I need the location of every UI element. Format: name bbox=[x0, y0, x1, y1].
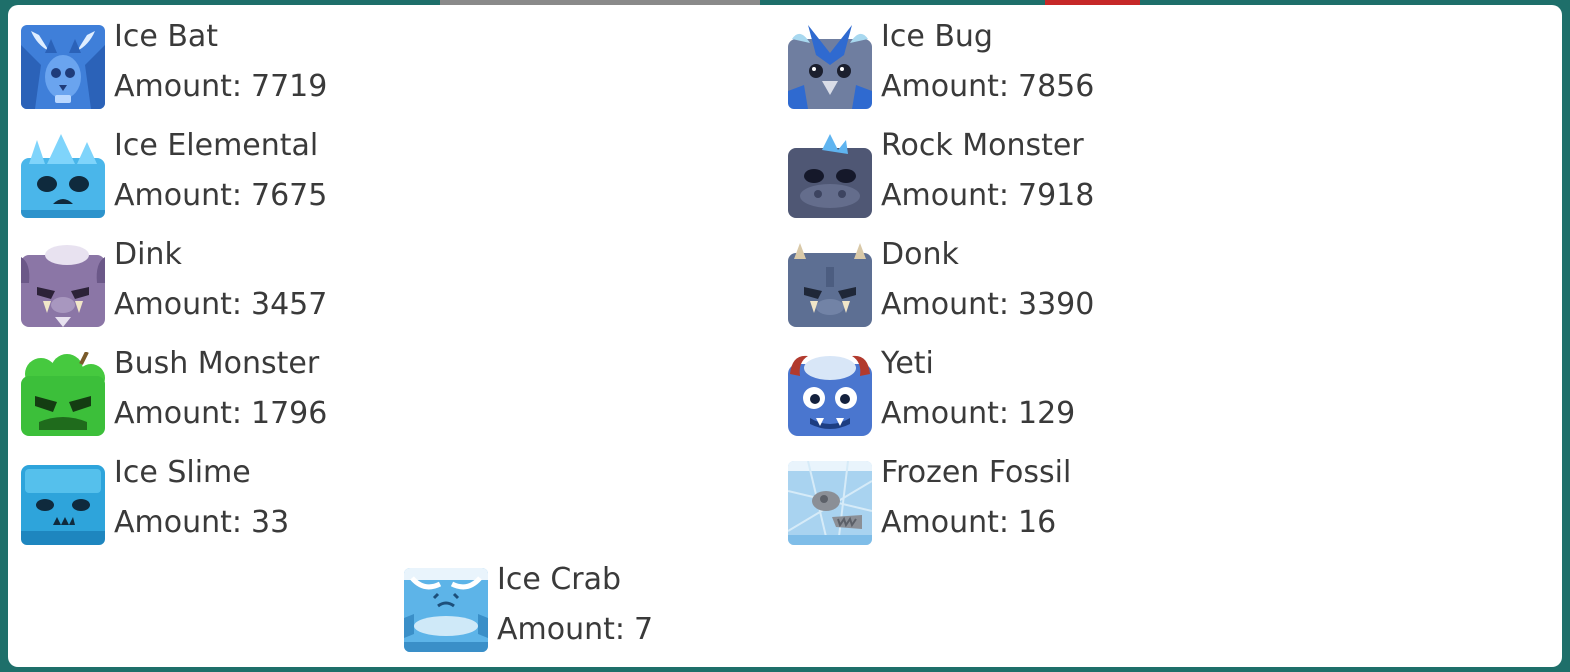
creature-entry: Bush Monster Amount: 1796 bbox=[21, 347, 788, 456]
creature-amount: Amount: 7719 bbox=[114, 70, 327, 104]
amount-label: Amount: bbox=[881, 69, 1009, 104]
amount-value: 16 bbox=[1018, 505, 1057, 540]
creature-amount: Amount: 3390 bbox=[881, 288, 1094, 322]
creature-entry: Rock Monster Amount: 7918 bbox=[788, 129, 1555, 238]
creature-name: Ice Bug bbox=[881, 19, 993, 54]
amount-value: 1796 bbox=[251, 396, 328, 431]
creature-entry: Ice Bug Amount: 7856 bbox=[788, 20, 1555, 129]
amount-value: 129 bbox=[1018, 396, 1076, 431]
creature-name: Donk bbox=[881, 237, 959, 272]
amount-label: Amount: bbox=[881, 396, 1009, 431]
creature-amount: Amount: 3457 bbox=[114, 288, 327, 322]
donk-icon bbox=[788, 243, 872, 327]
creature-amount: Amount: 33 bbox=[114, 506, 289, 540]
bush-monster-icon bbox=[21, 352, 105, 436]
creature-inventory-panel: Ice Bat Amount: 7719 Ice Bug Amount: 785… bbox=[8, 5, 1562, 667]
amount-label: Amount: bbox=[114, 396, 242, 431]
creature-amount: Amount: 7675 bbox=[114, 179, 327, 213]
amount-label: Amount: bbox=[114, 178, 242, 213]
creature-amount: Amount: 16 bbox=[881, 506, 1071, 540]
amount-label: Amount: bbox=[881, 178, 1009, 213]
creature-name: Rock Monster bbox=[881, 128, 1084, 163]
amount-label: Amount: bbox=[114, 287, 242, 322]
dink-icon bbox=[21, 243, 105, 327]
rock-monster-icon bbox=[788, 134, 872, 218]
amount-label: Amount: bbox=[114, 69, 242, 104]
creature-amount: Amount: 1796 bbox=[114, 397, 327, 431]
creature-name: Frozen Fossil bbox=[881, 455, 1072, 490]
creature-amount: Amount: 7918 bbox=[881, 179, 1094, 213]
ice-bat-icon bbox=[21, 25, 105, 109]
creature-amount: Amount: 129 bbox=[881, 397, 1075, 431]
amount-value: 3390 bbox=[1018, 287, 1095, 322]
amount-value: 7918 bbox=[1018, 178, 1095, 213]
creature-entry: Ice Elemental Amount: 7675 bbox=[21, 129, 788, 238]
ice-elemental-icon bbox=[21, 134, 105, 218]
ice-bug-icon bbox=[788, 25, 872, 109]
amount-label: Amount: bbox=[497, 612, 625, 647]
amount-value: 7 bbox=[634, 612, 654, 647]
ice-crab-icon bbox=[404, 568, 488, 652]
creature-entry: Frozen Fossil Amount: 16 bbox=[788, 456, 1555, 565]
creature-name: Ice Slime bbox=[114, 455, 251, 490]
frozen-fossil-icon bbox=[788, 461, 872, 545]
creature-entry: Yeti Amount: 129 bbox=[788, 347, 1555, 456]
creature-name: Ice Elemental bbox=[114, 128, 319, 163]
amount-value: 33 bbox=[251, 505, 290, 540]
creature-entry: Dink Amount: 3457 bbox=[21, 238, 788, 347]
amount-value: 3457 bbox=[251, 287, 328, 322]
creature-name: Dink bbox=[114, 237, 182, 272]
amount-label: Amount: bbox=[881, 505, 1009, 540]
amount-label: Amount: bbox=[114, 505, 242, 540]
amount-value: 7856 bbox=[1018, 69, 1095, 104]
ice-slime-icon bbox=[21, 461, 105, 545]
creature-name: Bush Monster bbox=[114, 346, 320, 381]
creature-amount: Amount: 7856 bbox=[881, 70, 1094, 104]
yeti-icon bbox=[788, 352, 872, 436]
creature-entry: Donk Amount: 3390 bbox=[788, 238, 1555, 347]
creature-name: Yeti bbox=[881, 346, 934, 381]
creature-entry: Ice Slime Amount: 33 bbox=[21, 456, 788, 565]
creature-entry: Ice Bat Amount: 7719 bbox=[21, 20, 788, 129]
creature-amount: Amount: 7 bbox=[497, 613, 653, 647]
amount-label: Amount: bbox=[881, 287, 1009, 322]
amount-value: 7719 bbox=[251, 69, 328, 104]
creature-grid: Ice Bat Amount: 7719 Ice Bug Amount: 785… bbox=[21, 20, 1555, 565]
amount-value: 7675 bbox=[251, 178, 328, 213]
creature-entry: Ice Crab Amount: 7 bbox=[404, 563, 653, 652]
creature-name: Ice Bat bbox=[114, 19, 219, 54]
creature-name: Ice Crab bbox=[497, 562, 622, 597]
